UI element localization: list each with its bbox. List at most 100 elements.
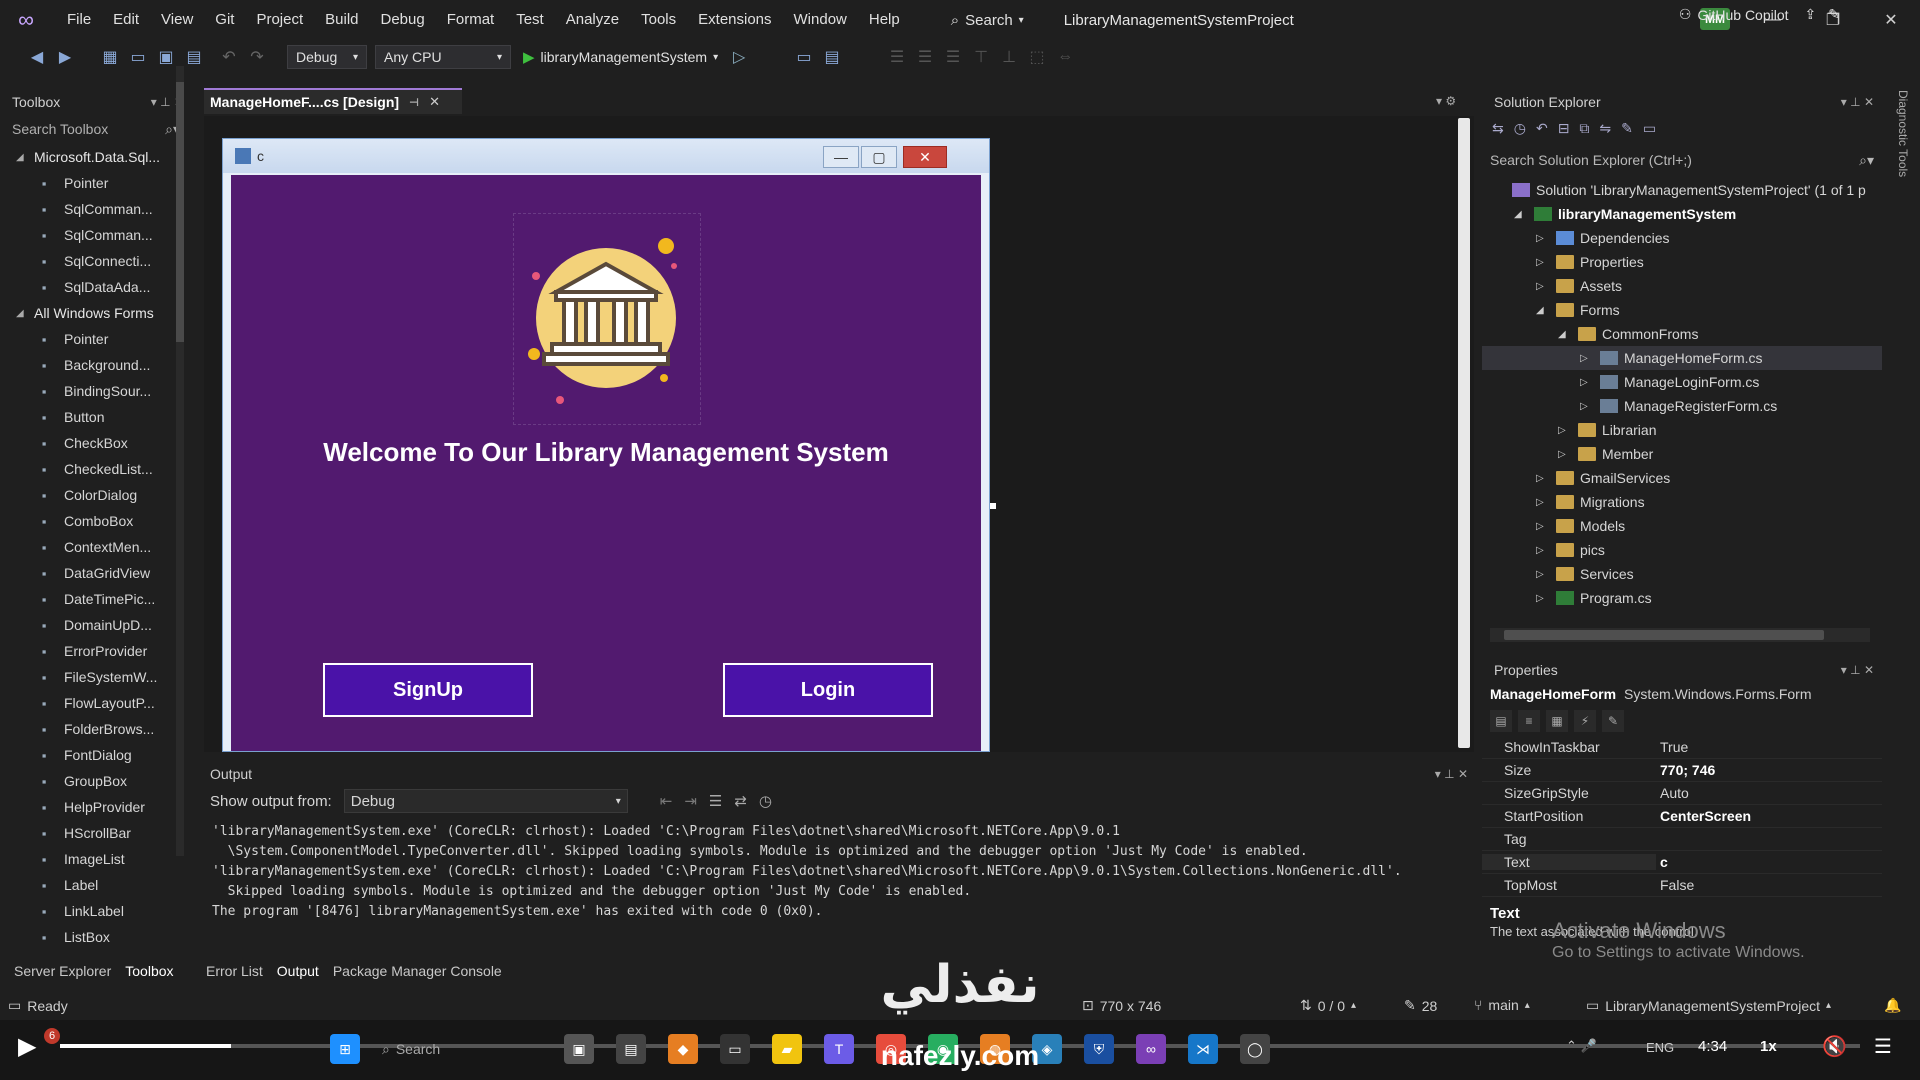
designer-scrollbar-thumb[interactable] <box>1458 118 1470 748</box>
solution-tree-item[interactable]: ◢ Forms <box>1482 298 1882 322</box>
align-center-icon[interactable]: ☰ <box>914 46 936 68</box>
output-source-dropdown[interactable]: Debug ▾ <box>343 789 628 813</box>
redo-icon[interactable]: ↷ <box>246 46 268 68</box>
property-row[interactable]: TopMost False <box>1482 874 1882 897</box>
word-wrap-icon[interactable]: ⇄ <box>734 792 747 810</box>
signup-button[interactable]: SignUp <box>323 663 533 717</box>
alphabetical-icon[interactable]: ≡ <box>1518 710 1540 732</box>
property-row[interactable]: SizeGripStyle Auto <box>1482 782 1882 805</box>
widgets-icon[interactable]: ▤ <box>616 1034 646 1064</box>
settings-icon[interactable]: ☰ <box>1874 1034 1892 1059</box>
solution-tree-item[interactable]: ▷ Models <box>1482 514 1882 538</box>
timestamp-icon[interactable]: ◷ <box>759 792 772 810</box>
toolbox-item[interactable]: ▪ FlowLayoutP... <box>0 690 192 716</box>
collapse-all-icon[interactable]: ⊟ <box>1558 120 1570 137</box>
tab-output[interactable]: Output <box>277 963 319 979</box>
expand-icon[interactable]: ◢ <box>1558 329 1572 340</box>
language-indicator[interactable]: ENG <box>1646 1040 1674 1055</box>
undo-icon[interactable]: ↶ <box>218 46 240 68</box>
visual-studio-icon[interactable]: ∞ <box>1136 1034 1166 1064</box>
toolbox-item[interactable]: ▪ CheckedList... <box>0 456 192 482</box>
resize-handle[interactable] <box>990 503 996 509</box>
tab-managehomeform-design[interactable]: ManageHomeF....cs [Design] ⊣ ✕ <box>204 88 462 114</box>
form-window[interactable]: c — ▢ ✕ Welcome To Our Library Managemen… <box>222 138 990 752</box>
align-right-icon[interactable]: ☰ <box>942 46 964 68</box>
tray-icons[interactable]: ⌃ 🎤 <box>1566 1038 1597 1054</box>
expand-icon[interactable]: ▷ <box>1558 449 1572 460</box>
solution-tree-item[interactable]: ▷ Migrations <box>1482 490 1882 514</box>
properties-icon[interactable]: ✎ <box>1621 120 1633 137</box>
history-icon[interactable]: ◷ <box>1514 120 1526 137</box>
expand-icon[interactable]: ▷ <box>1580 401 1594 412</box>
file-explorer-icon[interactable]: ▰ <box>772 1034 802 1064</box>
playback-speed[interactable]: 1x <box>1760 1038 1777 1055</box>
volume-icon[interactable]: 🔇 <box>1822 1034 1847 1059</box>
solution-tree-item[interactable]: ▷ Properties <box>1482 250 1882 274</box>
solution-tree-item[interactable]: ▷ pics <box>1482 538 1882 562</box>
notifications-icon[interactable]: 🔔 <box>1884 997 1901 1014</box>
toolbox-item[interactable]: ▪ HelpProvider <box>0 794 192 820</box>
menu-analyze[interactable]: Analyze <box>555 0 630 40</box>
new-project-icon[interactable]: ▦ <box>99 46 121 68</box>
toolbox-search-input[interactable]: Search Toolbox ⌕▾ <box>6 118 186 140</box>
toolbox-item[interactable]: ▪ Button <box>0 404 192 430</box>
property-value[interactable]: False <box>1656 877 1882 893</box>
prev-message-icon[interactable]: ⇥ <box>684 792 697 810</box>
solution-tree-item[interactable]: ▷ Member <box>1482 442 1882 466</box>
categorized-icon[interactable]: ▤ <box>1490 710 1512 732</box>
video-progress-fill[interactable] <box>60 1044 231 1048</box>
tab-overflow-icon[interactable]: ▾ ⚙ <box>1436 94 1456 108</box>
solution-explorer-search-input[interactable]: Search Solution Explorer (Ctrl+;) ⌕▾ <box>1484 148 1880 172</box>
form-minimize-button[interactable]: — <box>823 146 859 168</box>
back-icon[interactable]: ◀ <box>26 46 48 68</box>
close-button[interactable]: ✕ <box>1868 0 1914 40</box>
align-icon[interactable]: ☰ <box>886 46 908 68</box>
toolbox-item[interactable]: ▪ SqlDataAda... <box>0 274 192 300</box>
login-button[interactable]: Login <box>723 663 933 717</box>
start-without-debugging-icon[interactable]: ▷ <box>728 46 750 68</box>
align-middle-icon[interactable]: ⊥ <box>998 46 1020 68</box>
solution-tree-item[interactable]: ▷ GmailServices <box>1482 466 1882 490</box>
menu-edit[interactable]: Edit <box>102 0 150 40</box>
panel-controls[interactable]: ▾ ⊥ ✕ <box>1841 95 1874 109</box>
toolbox-item[interactable]: ▪ BindingSour... <box>0 378 192 404</box>
app-icon[interactable]: ▭ <box>720 1034 750 1064</box>
tab-toolbox[interactable]: Toolbox <box>125 963 173 979</box>
sync-icon[interactable]: ⇆ <box>1492 120 1504 137</box>
toolbox-item[interactable]: ▪ ComboBox <box>0 508 192 534</box>
solution-tree-item[interactable]: ▷ ManageLoginForm.cs <box>1482 370 1882 394</box>
toolbox-item[interactable]: ▪ Pointer <box>0 170 192 196</box>
show-all-files-icon[interactable]: ⧉ <box>1579 120 1589 137</box>
menu-file[interactable]: File <box>56 0 102 40</box>
toolbox-item[interactable]: ▪ Background... <box>0 352 192 378</box>
play-icon[interactable]: ▶ <box>18 1032 36 1061</box>
solution-tree-item[interactable]: ▷ ManageRegisterForm.cs <box>1482 394 1882 418</box>
menu-git[interactable]: Git <box>204 0 245 40</box>
task-view-icon[interactable]: ▣ <box>564 1034 594 1064</box>
close-tab-icon[interactable]: ✕ <box>429 94 440 110</box>
repository-selector[interactable]: ▭ LibraryManagementSystemProject ▴ <box>1586 997 1831 1014</box>
properties-object-selector[interactable]: ManageHomeForm System.Windows.Forms.Form <box>1482 682 1882 706</box>
preview-icon[interactable]: ▭ <box>1643 120 1656 137</box>
layout-icon[interactable]: ▤ <box>821 46 843 68</box>
expand-icon[interactable]: ▷ <box>1536 257 1550 268</box>
expand-icon[interactable]: ▷ <box>1536 497 1550 508</box>
expand-icon[interactable]: ▷ <box>1580 353 1594 364</box>
toolbox-item[interactable]: ▪ Pointer <box>0 326 192 352</box>
expand-icon[interactable]: ▷ <box>1558 425 1572 436</box>
property-row[interactable]: Text c <box>1482 851 1882 874</box>
align-top-icon[interactable]: ⊤ <box>970 46 992 68</box>
vscode-icon[interactable]: ⋊ <box>1188 1034 1218 1064</box>
visual-studio-logo-icon[interactable]: ∞ <box>12 6 40 34</box>
expand-icon[interactable]: ◢ <box>1514 209 1528 220</box>
menu-test[interactable]: Test <box>505 0 555 40</box>
property-row[interactable]: StartPosition CenterScreen <box>1482 805 1882 828</box>
copilot-app-icon[interactable]: ◆ <box>668 1034 698 1064</box>
save-icon[interactable]: ▣ <box>155 46 177 68</box>
github-icon[interactable]: ◯ <box>1240 1034 1270 1064</box>
solution-tree-item[interactable]: ▷ ManageHomeForm.cs <box>1482 346 1882 370</box>
menu-window[interactable]: Window <box>783 0 858 40</box>
diagnostic-tools-tab[interactable]: Diagnostic Tools <box>1884 90 1910 210</box>
back-icon[interactable]: ↶ <box>1536 120 1548 137</box>
size-icon[interactable]: ⬚ <box>1026 46 1048 68</box>
